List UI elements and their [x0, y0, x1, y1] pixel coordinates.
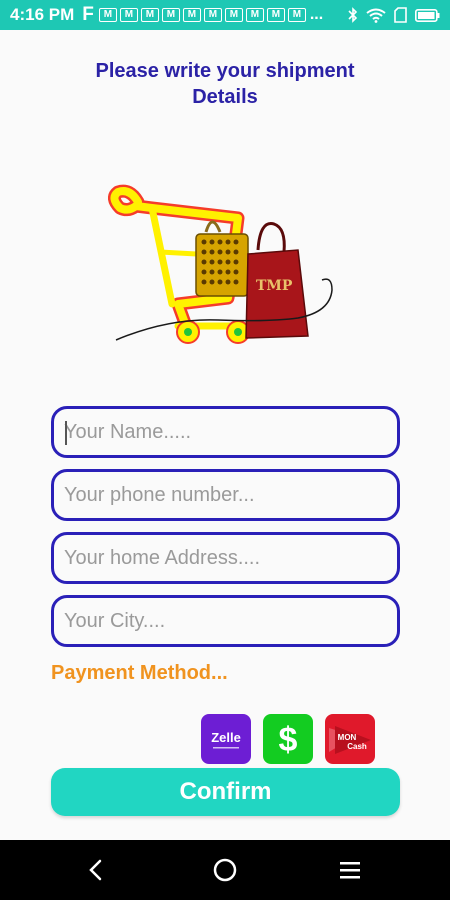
- city-field[interactable]: [51, 595, 400, 647]
- mail-icon: M: [119, 8, 138, 22]
- address-input[interactable]: [54, 535, 397, 581]
- wifi-icon: [366, 8, 386, 23]
- f-icon: F: [82, 4, 94, 25]
- status-time: 4:16 PM: [10, 5, 75, 24]
- cashapp-payment-button[interactable]: $: [263, 714, 313, 764]
- mail-icon: M: [287, 8, 306, 22]
- phone-input[interactable]: [54, 472, 397, 518]
- city-input[interactable]: [54, 598, 397, 644]
- zelle-payment-button[interactable]: Zelle: [201, 714, 251, 764]
- menu-icon: [340, 862, 360, 879]
- sim-icon: [394, 7, 407, 23]
- page-title: Please write your shipment Details: [0, 58, 450, 110]
- moncash-icon: MON Cash: [329, 726, 371, 754]
- mail-icon: M: [98, 8, 117, 22]
- back-icon: [89, 859, 102, 881]
- more-notifications: ...: [309, 6, 324, 23]
- mail-icon: M: [224, 8, 243, 22]
- phone-field[interactable]: [51, 469, 400, 521]
- shopping-cart-logo: TMP: [108, 184, 333, 344]
- mail-icon: M: [203, 8, 222, 22]
- battery-icon: [415, 8, 440, 22]
- bluetooth-icon: [348, 7, 358, 23]
- home-button[interactable]: [195, 840, 255, 900]
- zelle-text: Zelle: [211, 730, 241, 745]
- name-field[interactable]: [51, 406, 400, 458]
- mail-icon: M: [266, 8, 285, 22]
- mail-icon: M: [161, 8, 180, 22]
- status-bar: 4:16 PM F M M M M M M M M M M ...: [0, 0, 450, 30]
- text-cursor: [65, 421, 67, 445]
- cashapp-icon: $: [279, 721, 298, 759]
- menu-button[interactable]: [320, 840, 380, 900]
- back-button[interactable]: [66, 840, 126, 900]
- mail-icon: M: [182, 8, 201, 22]
- name-input[interactable]: [54, 409, 397, 455]
- address-field[interactable]: [51, 532, 400, 584]
- payment-method-label: Payment Method...: [51, 662, 228, 684]
- mail-icon: M: [245, 8, 264, 22]
- mail-icon: M: [140, 8, 159, 22]
- cashapp-text: $: [279, 721, 298, 759]
- svg-text:Cash: Cash: [347, 742, 367, 751]
- zelle-icon: Zelle: [211, 730, 241, 749]
- navigation-bar: [0, 840, 450, 900]
- svg-text:MON: MON: [338, 733, 357, 742]
- home-icon: [213, 858, 237, 882]
- logo-text: TMP: [256, 278, 293, 294]
- moncash-payment-button[interactable]: MON Cash: [325, 714, 375, 764]
- title-line-2: Details: [192, 86, 258, 108]
- confirm-button[interactable]: Confirm: [51, 768, 400, 816]
- title-line-1: Please write your shipment: [95, 60, 355, 82]
- notification-icons: M M M M M M M M M M: [98, 8, 306, 22]
